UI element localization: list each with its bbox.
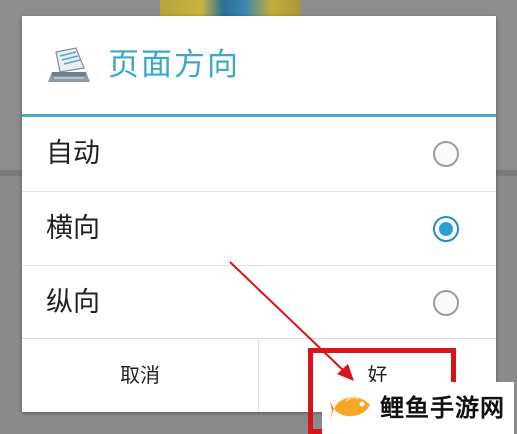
option-auto-label: 自动	[46, 138, 100, 169]
option-auto[interactable]: 自动	[22, 117, 496, 191]
option-landscape[interactable]: 横向	[22, 191, 496, 265]
option-portrait-label: 纵向	[46, 287, 100, 318]
option-auto-radio[interactable]	[433, 141, 459, 167]
watermark-text: 鲤鱼手游网	[380, 394, 505, 422]
cancel-button[interactable]: 取消	[22, 339, 258, 412]
printer-paper-icon	[48, 47, 90, 82]
radio-selected-dot	[439, 222, 453, 236]
option-landscape-label: 横向	[46, 213, 100, 244]
option-landscape-radio[interactable]	[433, 216, 459, 242]
option-portrait-radio[interactable]	[433, 290, 459, 316]
dialog-header: 页面方向	[22, 16, 496, 114]
carp-fish-logo	[330, 396, 370, 419]
dialog-title: 页面方向	[108, 47, 240, 83]
option-portrait[interactable]: 纵向	[22, 265, 496, 339]
